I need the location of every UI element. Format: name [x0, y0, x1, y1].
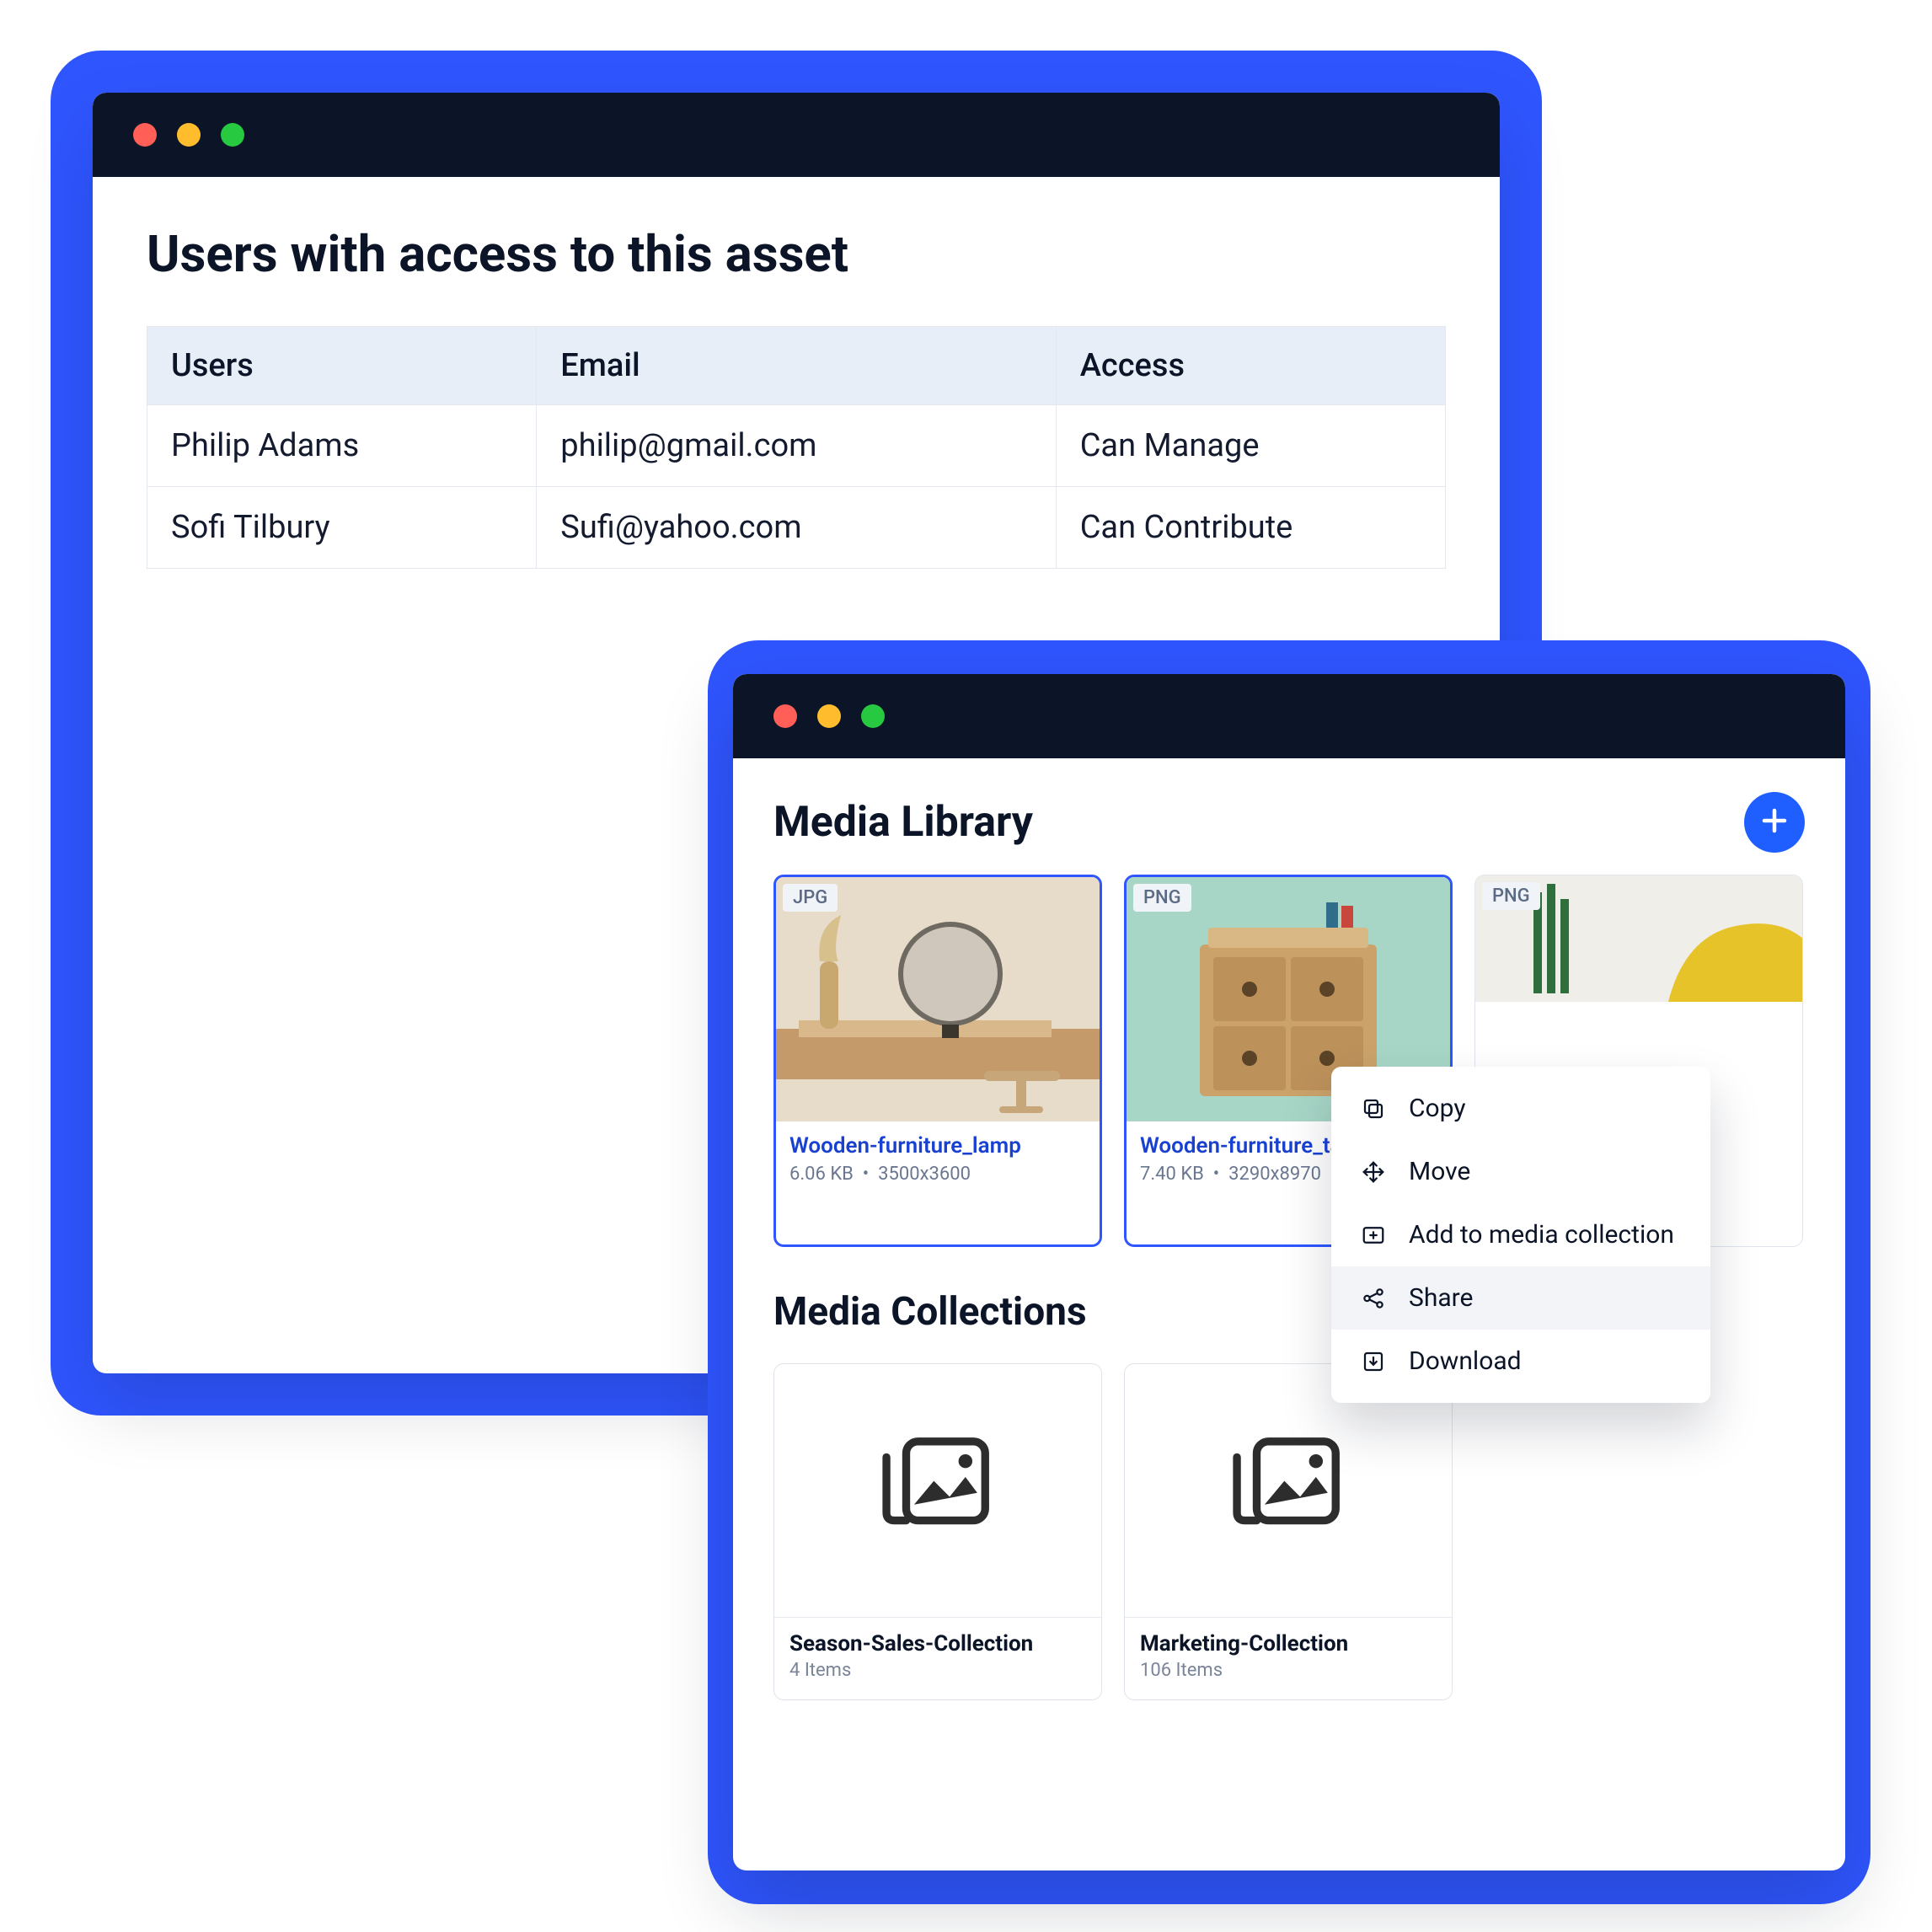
download-icon — [1360, 1348, 1387, 1375]
move-icon — [1360, 1159, 1387, 1185]
media-name: Wooden-furniture_lamp — [789, 1133, 1086, 1159]
share-icon — [1360, 1285, 1387, 1312]
access-panel-title: Users with access to this asset — [147, 224, 1446, 284]
context-menu: Copy Move Add to media collection — [1331, 1067, 1710, 1403]
media-library-title: Media Library — [773, 798, 1033, 847]
collection-name: Marketing-Collection — [1140, 1631, 1437, 1656]
ctx-label: Move — [1409, 1157, 1470, 1186]
media-meta: 6.06 KB • 3500x3600 — [789, 1164, 1086, 1185]
cell-email: philip@gmail.com — [537, 405, 1056, 487]
window2-titlebar — [733, 674, 1845, 758]
maximize-icon[interactable] — [861, 704, 885, 728]
col-users-header: Users — [147, 327, 537, 405]
format-badge: JPG — [783, 884, 838, 912]
ctx-label: Share — [1409, 1283, 1473, 1313]
access-users-table: Users Email Access Philip Adams philip@g… — [147, 326, 1446, 569]
collection-icon — [875, 1426, 1001, 1555]
ctx-add-to-collection[interactable]: Add to media collection — [1331, 1203, 1710, 1266]
window1-titlebar — [93, 93, 1500, 177]
thumbnail-image — [776, 877, 1100, 1121]
collection-name: Season-Sales-Collection — [789, 1631, 1086, 1656]
cell-user: Philip Adams — [147, 405, 537, 487]
ctx-download[interactable]: Download — [1331, 1330, 1710, 1393]
plus-icon — [1759, 805, 1790, 839]
format-badge: PNG — [1482, 882, 1540, 910]
cell-email: Sufi@yahoo.com — [537, 487, 1056, 569]
maximize-icon[interactable] — [221, 123, 244, 147]
ctx-share[interactable]: Share — [1331, 1266, 1710, 1330]
minimize-icon[interactable] — [817, 704, 841, 728]
col-access-header: Access — [1056, 327, 1445, 405]
collection-card[interactable]: Marketing-Collection 106 Items — [1124, 1363, 1453, 1700]
col-email-header: Email — [537, 327, 1056, 405]
ctx-copy[interactable]: Copy — [1331, 1077, 1710, 1140]
close-icon[interactable] — [773, 704, 797, 728]
collection-count: 106 Items — [1140, 1660, 1437, 1681]
add-to-collection-icon — [1360, 1222, 1387, 1249]
cell-access: Can Contribute — [1056, 487, 1445, 569]
table-row[interactable]: Sofi Tilbury Sufi@yahoo.com Can Contribu… — [147, 487, 1446, 569]
cell-access: Can Manage — [1056, 405, 1445, 487]
collection-count: 4 Items — [789, 1660, 1086, 1681]
ctx-label: Download — [1409, 1346, 1522, 1376]
format-badge: PNG — [1133, 884, 1191, 912]
cell-user: Sofi Tilbury — [147, 487, 537, 569]
collection-icon — [1225, 1426, 1351, 1555]
media-card[interactable]: JPG — [773, 875, 1102, 1247]
table-row[interactable]: Philip Adams philip@gmail.com Can Manage — [147, 405, 1446, 487]
ctx-label: Add to media collection — [1409, 1220, 1674, 1250]
add-media-button[interactable] — [1744, 792, 1805, 853]
ctx-move[interactable]: Move — [1331, 1140, 1710, 1203]
ctx-label: Copy — [1409, 1094, 1466, 1123]
minimize-icon[interactable] — [177, 123, 201, 147]
collection-card[interactable]: Season-Sales-Collection 4 Items — [773, 1363, 1102, 1700]
close-icon[interactable] — [133, 123, 157, 147]
copy-icon — [1360, 1095, 1387, 1122]
